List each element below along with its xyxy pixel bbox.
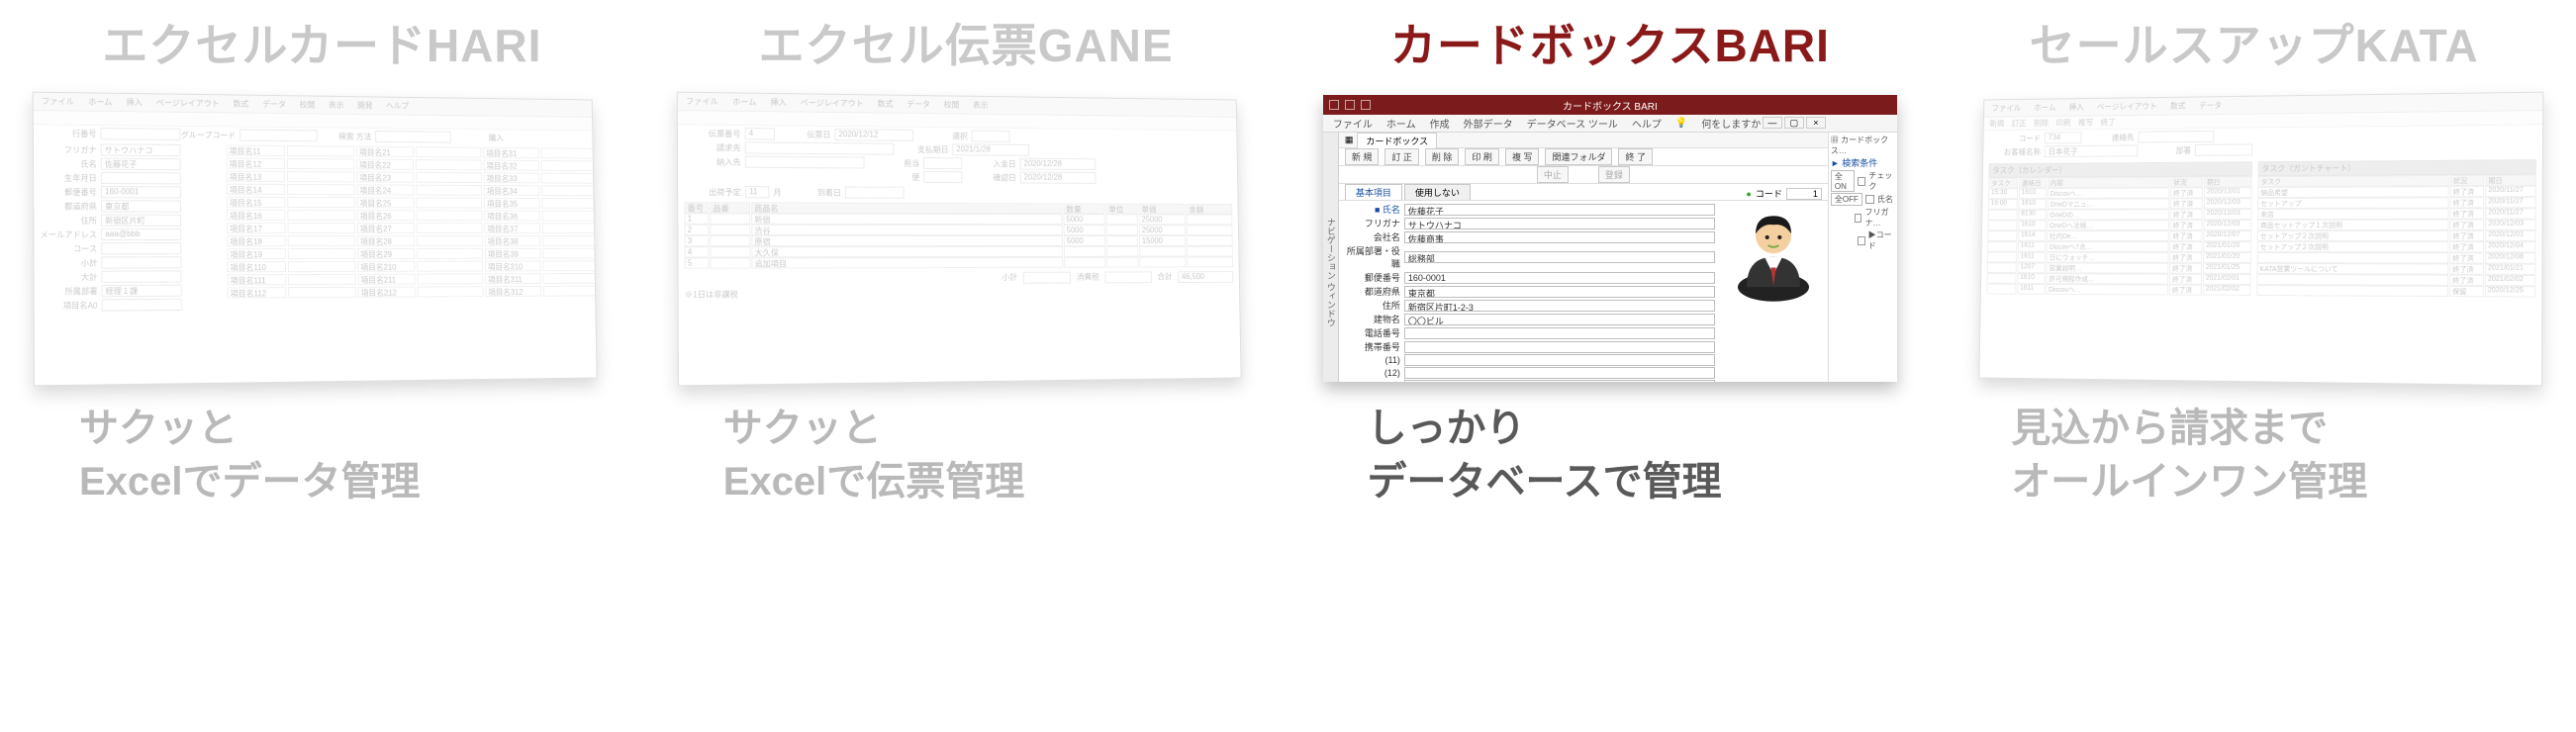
- minimize-icon[interactable]: —: [1763, 117, 1782, 129]
- field-input[interactable]: 東京都: [1404, 286, 1715, 298]
- field-label: 会社名: [1341, 230, 1404, 243]
- quick-access-toolbar[interactable]: [1329, 100, 1371, 110]
- kata-screenshot: ファイル ホーム 挿入 ページレイアウト 数式 データ 新規訂正 削除印刷 複写…: [1978, 92, 2543, 387]
- window-title: カードボックス BARI: [1563, 98, 1658, 113]
- form-row: (12): [1341, 367, 1715, 379]
- product-bari-title: カードボックスBARI: [1390, 10, 1830, 75]
- field-input[interactable]: [1404, 354, 1715, 366]
- field-label: 電話番号: [1341, 326, 1404, 339]
- product-kata[interactable]: セールスアップKATA ファイル ホーム 挿入 ページレイアウト 数式 データ …: [1932, 0, 2576, 732]
- tab-unused[interactable]: 使用しない: [1404, 184, 1471, 200]
- product-gane-title: エクセル伝票GANE: [759, 10, 1174, 75]
- bari-form-fields: ■ 氏名佐藤花子フリガナサトウハナコ会社名佐藤商事所属部署・役職総務部郵便番号1…: [1339, 201, 1719, 382]
- form-icon: ▦: [1345, 135, 1354, 145]
- code-value: 1: [1786, 188, 1822, 200]
- field-label: 所属部署・役職: [1341, 244, 1404, 270]
- bari-titlebar: カードボックス BARI: [1323, 95, 1897, 115]
- form-row: フリガナサトウハナコ: [1341, 217, 1715, 229]
- field-input[interactable]: [1404, 380, 1715, 382]
- search-criteria-panel: ▦ カードボックス… ► 検索条件 全ON チェック 全OFF 氏名 フリガナ……: [1828, 133, 1897, 382]
- field-input[interactable]: 佐藤商事: [1404, 231, 1715, 243]
- field-label: ■ 氏名: [1341, 203, 1404, 216]
- cmd-folder[interactable]: 関連フォルダ: [1545, 148, 1612, 165]
- avatar-icon: [1729, 205, 1818, 304]
- command-bar: 新 規 訂 正 削 除 印 刷 複 写 関連フォルダ 終 了: [1339, 148, 1828, 166]
- maximize-icon[interactable]: ▢: [1784, 117, 1804, 129]
- form-row: ■ 氏名佐藤花子: [1341, 203, 1715, 216]
- product-gane[interactable]: エクセル伝票GANE ファイル ホーム 挿入 ページレイアウト 数式 データ 校…: [644, 0, 1288, 732]
- product-kata-caption: 見込から請求まで オールインワン管理: [1952, 402, 2367, 508]
- cmd-new[interactable]: 新 規: [1345, 148, 1380, 165]
- field-label: (13): [1341, 381, 1404, 382]
- cmd-edit[interactable]: 訂 正: [1384, 148, 1419, 165]
- form-row: 建物名〇〇ビル: [1341, 313, 1715, 325]
- save-icon[interactable]: [1329, 100, 1339, 110]
- ribbon-tab-extdata[interactable]: 外部データ: [1464, 116, 1513, 131]
- ribbon-tab-file[interactable]: ファイル: [1333, 116, 1373, 131]
- traffic-light-icon: ●: [1746, 189, 1751, 199]
- doc-tab-cardbox[interactable]: カードボックス: [1357, 133, 1437, 148]
- all-off-button[interactable]: 全OFF: [1831, 193, 1862, 206]
- field-input[interactable]: サトウハナコ: [1404, 218, 1715, 229]
- photo-area: [1719, 201, 1828, 382]
- bari-screenshot: カードボックス BARI ファイル ホーム 作成 外部データ データベース ツー…: [1323, 95, 1897, 382]
- form-row: 郵便番号160-0001: [1341, 271, 1715, 284]
- field-input[interactable]: 160-0001: [1404, 272, 1715, 284]
- form-row: 電話番号: [1341, 326, 1715, 339]
- ribbon-tab-help[interactable]: ヘルプ: [1632, 116, 1662, 131]
- product-bari-caption: しっかり データベースで管理: [1308, 402, 1722, 508]
- field-label: (11): [1341, 355, 1404, 365]
- field-input[interactable]: 〇〇ビル: [1404, 314, 1715, 325]
- tell-me[interactable]: 何をしますか: [1701, 116, 1761, 131]
- undo-icon[interactable]: [1345, 100, 1355, 110]
- form-row: 携帯番号: [1341, 340, 1715, 353]
- product-hari-title: エクセルカードHARI: [102, 10, 541, 75]
- gane-screenshot: ファイル ホーム 挿入 ページレイアウト 数式 データ 校閲 表示 伝票番号4 …: [677, 92, 1242, 387]
- product-bari[interactable]: カードボックスBARI カードボックス BARI ファイル ホーム 作成 外部デ…: [1288, 0, 1933, 732]
- field-input[interactable]: 新宿区片町1-2-3: [1404, 300, 1715, 312]
- product-kata-title: セールスアップKATA: [2030, 10, 2479, 75]
- form-row: 都道府県東京都: [1341, 285, 1715, 298]
- hari-screenshot: ファイル ホーム 挿入 ページレイアウト 数式 データ 校閲 表示 開発 ヘルプ…: [33, 92, 598, 387]
- redo-icon[interactable]: [1361, 100, 1371, 110]
- cmd-print[interactable]: 印 刷: [1465, 148, 1499, 165]
- product-hari-caption: サクッと Excelでデータ管理: [20, 402, 421, 508]
- btn-submit[interactable]: 登録: [1598, 166, 1630, 183]
- field-label: 携帯番号: [1341, 340, 1404, 353]
- product-gane-caption: サクッと Excelで伝票管理: [664, 402, 1025, 508]
- cmd-delete[interactable]: 削 除: [1425, 148, 1460, 165]
- field-label: 建物名: [1341, 313, 1404, 325]
- code-label: コード: [1756, 187, 1782, 200]
- form-row: 会社名佐藤商事: [1341, 230, 1715, 243]
- ribbon-tab-dbtools[interactable]: データベース ツール: [1527, 116, 1618, 131]
- form-row: (11): [1341, 354, 1715, 366]
- ribbon-tab-home[interactable]: ホーム: [1386, 116, 1416, 131]
- field-label: 住所: [1341, 299, 1404, 312]
- navigation-pane-collapsed[interactable]: ナビゲーション ウィンドウ: [1323, 133, 1339, 382]
- form-row: 所属部署・役職総務部: [1341, 244, 1715, 270]
- form-row: 住所新宿区片町1-2-3: [1341, 299, 1715, 312]
- product-hari[interactable]: エクセルカードHARI ファイル ホーム 挿入 ページレイアウト 数式 データ …: [0, 0, 644, 732]
- all-on-button[interactable]: 全ON: [1831, 170, 1856, 192]
- close-icon[interactable]: ×: [1806, 117, 1826, 129]
- tab-basic[interactable]: 基本項目: [1345, 184, 1402, 200]
- field-input[interactable]: 佐藤花子: [1404, 204, 1715, 216]
- field-input[interactable]: [1404, 327, 1715, 339]
- field-label: 郵便番号: [1341, 271, 1404, 284]
- form-row: (13): [1341, 380, 1715, 382]
- field-input[interactable]: [1404, 367, 1715, 379]
- field-label: フリガナ: [1341, 217, 1404, 229]
- subwindow-controls[interactable]: — ▢ ×: [1763, 117, 1826, 129]
- cmd-copy[interactable]: 複 写: [1505, 148, 1540, 165]
- ribbon-tab-create[interactable]: 作成: [1430, 116, 1450, 131]
- field-label: 都道府県: [1341, 285, 1404, 298]
- field-input[interactable]: [1404, 341, 1715, 353]
- field-label: (12): [1341, 368, 1404, 378]
- field-input[interactable]: 総務部: [1404, 251, 1715, 263]
- btn-cancel[interactable]: 中止: [1537, 166, 1569, 183]
- cmd-exit[interactable]: 終 了: [1618, 148, 1653, 165]
